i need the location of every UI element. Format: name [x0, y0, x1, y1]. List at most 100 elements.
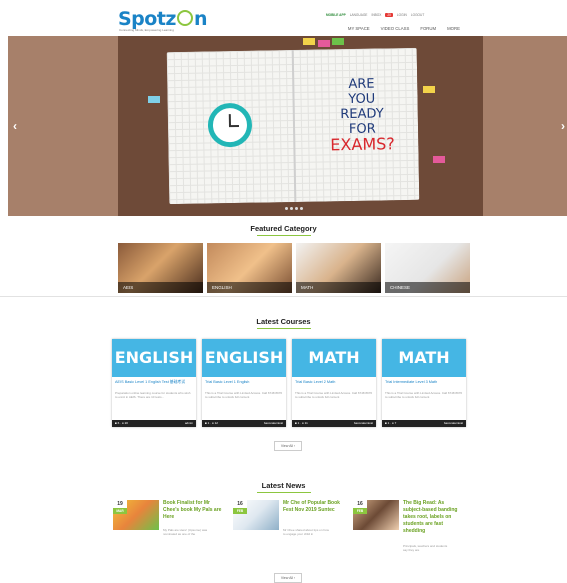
course-card[interactable]: ENGLISH AEIS Basic Level 1 English Test 基…	[112, 339, 196, 427]
news-headline[interactable]: Book Finalist for Mr Chee's book My Pals…	[163, 500, 223, 521]
carousel-prev-button[interactable]: ‹	[13, 119, 17, 133]
news-item[interactable]: 16 FEB The Big Read: As subject-based band…	[353, 500, 463, 556]
course-card[interactable]: ENGLISH Trial Basic Level 1 English This i…	[202, 339, 286, 427]
carousel-dot[interactable]	[290, 207, 293, 210]
course-title[interactable]: Trial Basic Level 2 Math	[292, 377, 376, 390]
logo-text: Spotz	[118, 8, 176, 30]
top-link[interactable]: 20	[385, 13, 393, 17]
alarm-clock-icon	[207, 102, 253, 148]
news-list: 19 MAR Book Finalist for Mr Chee's book My…	[113, 500, 463, 556]
notebook-spine	[291, 49, 297, 202]
site-logo[interactable]: Spotz n	[118, 8, 208, 30]
course-banner: ENGLISH	[202, 339, 286, 377]
carousel-dots	[285, 207, 303, 210]
news-month: FEB	[353, 508, 367, 514]
main-nav: MY SPACE VIDEO CLASS FORUM MORE	[348, 26, 460, 31]
news-title-text: Latest News	[261, 481, 306, 490]
course-meta-bar: ■ 1 · ● 7 baconalemical	[382, 420, 466, 427]
top-link[interactable]: MOBILE APP	[326, 13, 346, 17]
carousel-dot[interactable]	[295, 207, 298, 210]
news-date: 19 MAR	[113, 500, 127, 514]
course-description: This is a Trial Course with Limited Acce…	[295, 391, 373, 399]
news-date: 16 FEB	[353, 500, 367, 514]
carousel-dot[interactable]	[285, 207, 288, 210]
course-card[interactable]: MATH Trial Basic Level 2 Math This is a Tr…	[292, 339, 376, 427]
top-link[interactable]: LANGUAGE	[350, 13, 368, 17]
category-label: ENGLISH	[207, 282, 292, 293]
top-link[interactable]: INBOX	[371, 13, 381, 17]
course-banner: MATH	[382, 339, 466, 377]
tagline: Connecting Minds, Empowering Learning	[119, 28, 174, 32]
course-author[interactable]: baconalemical	[264, 420, 283, 427]
news-month: FEB	[233, 508, 247, 514]
title-underline	[256, 328, 311, 329]
nav-item[interactable]: MORE	[447, 26, 460, 31]
course-description: This is a Trial Course with Limited Acce…	[205, 391, 283, 399]
featured-categories: AEIS ENGLISH MATH CHINESE	[118, 243, 470, 293]
divider	[0, 296, 567, 297]
news-item[interactable]: 19 MAR Book Finalist for Mr Chee's book My…	[113, 500, 223, 556]
course-banner: ENGLISH	[112, 339, 196, 377]
course-title[interactable]: AEIS Basic Level 1 English Test 基础考试	[112, 377, 196, 390]
course-banner: MATH	[292, 339, 376, 377]
nav-item[interactable]: FORUM	[420, 26, 436, 31]
courses-title-text: Latest Courses	[256, 317, 311, 326]
sticky-note-decoration	[433, 156, 445, 163]
news-day: 19	[117, 501, 123, 507]
nav-item[interactable]: MY SPACE	[348, 26, 370, 31]
sticky-note-decoration	[148, 96, 160, 103]
news-title: Latest News	[0, 481, 567, 493]
hero-line: ARE	[348, 76, 375, 93]
hero-headline: ARE YOU READY FOR EXAMS?	[329, 76, 395, 155]
courses-view-all-button[interactable]: View All ›	[274, 441, 302, 451]
course-author[interactable]: baconalemical	[354, 420, 373, 427]
sticky-note-decoration	[318, 40, 330, 47]
course-author[interactable]: admin	[185, 420, 193, 427]
course-meta-bar: ■ 1 · ● 11 baconalemical	[292, 420, 376, 427]
hero-line: READY	[340, 106, 384, 123]
news-date: 16 FEB	[233, 500, 247, 514]
top-link[interactable]: LOGOUT	[411, 13, 424, 17]
top-link[interactable]: LOGIN	[397, 13, 407, 17]
course-description: Preparation online learning course for s…	[115, 391, 191, 399]
title-underline	[256, 492, 311, 493]
course-stats: ■ 1 · ● 11	[295, 421, 308, 425]
category-card[interactable]: CHINESE	[385, 243, 470, 293]
course-author[interactable]: baconalemical	[444, 420, 463, 427]
hero-line: EXAMS?	[330, 134, 395, 155]
news-headline[interactable]: The Big Read: As subject-based banding t…	[403, 500, 463, 535]
category-label: AEIS	[118, 282, 203, 293]
course-stats: ■ 6 · ● 20	[115, 421, 128, 425]
news-item[interactable]: 16 FEB Mr Che of Popular Book Fest Nov 201…	[233, 500, 343, 556]
course-stats: ■ 1 · ● 12	[205, 421, 218, 425]
title-underline	[256, 235, 311, 236]
nav-item[interactable]: VIDEO CLASS	[381, 26, 410, 31]
news-day: 16	[237, 501, 243, 507]
news-excerpt: Mr Chee shared about tips on how to enga…	[283, 528, 329, 536]
logo-text-end: n	[193, 8, 208, 30]
category-card[interactable]: ENGLISH	[207, 243, 292, 293]
category-label: MATH	[296, 282, 381, 293]
carousel-next-button[interactable]: ›	[561, 119, 565, 133]
course-description: This is a Trial Course with Limited Acce…	[385, 391, 463, 399]
news-day: 16	[357, 501, 363, 507]
hero-line: YOU	[348, 91, 376, 108]
category-card[interactable]: AEIS	[118, 243, 203, 293]
course-stats: ■ 1 · ● 7	[385, 421, 397, 425]
sticky-note-decoration	[423, 86, 435, 93]
news-headline[interactable]: Mr Che of Popular Book Fest Nov 2019 Sun…	[283, 500, 343, 514]
course-title[interactable]: Trial Intermediate Level 3 Math	[382, 377, 466, 390]
sticky-note-decoration	[332, 38, 344, 45]
carousel-dot[interactable]	[300, 207, 303, 210]
course-meta-bar: ■ 1 · ● 12 baconalemical	[202, 420, 286, 427]
course-card[interactable]: MATH Trial Intermediate Level 3 Math This …	[382, 339, 466, 427]
hero-carousel: ARE YOU READY FOR EXAMS? ‹ ›	[8, 36, 567, 216]
notebook: ARE YOU READY FOR EXAMS?	[166, 47, 420, 205]
course-meta-bar: ■ 6 · ● 20 admin	[112, 420, 196, 427]
site-header: Spotz n Connecting Minds, Empowering Lear…	[0, 0, 567, 36]
sticky-note-decoration	[303, 38, 315, 45]
news-excerpt: My Pals are Here! (Upsome) was nominated…	[163, 528, 208, 536]
category-card[interactable]: MATH	[296, 243, 381, 293]
featured-title: Featured Category	[0, 224, 567, 236]
course-title[interactable]: Trial Basic Level 1 English	[202, 377, 286, 390]
